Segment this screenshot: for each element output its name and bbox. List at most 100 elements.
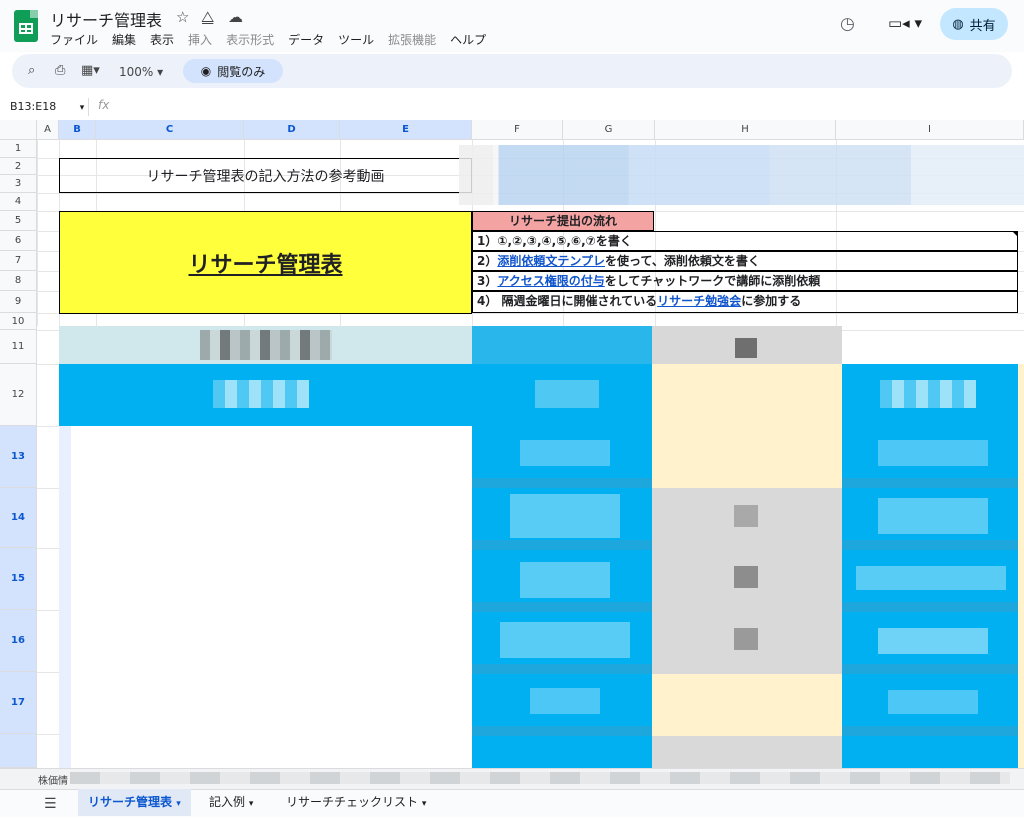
flow-header-cell[interactable]: リサーチ提出の流れ (472, 211, 654, 231)
step-2-prefix: 2） (477, 254, 498, 268)
chevron-down-icon: ▾ (176, 799, 181, 809)
row-header-4[interactable]: 4 (0, 193, 37, 211)
formula-divider (88, 98, 89, 116)
row-header-9[interactable]: 9 (0, 291, 37, 313)
col-header-d[interactable]: D (244, 120, 340, 140)
blurred-data-column-i (842, 426, 1018, 768)
col-header-a[interactable]: A (37, 120, 59, 140)
search-icon[interactable]: ⌕ (28, 63, 35, 78)
zoom-value: 100% (119, 65, 154, 79)
col-header-h[interactable]: H (655, 120, 836, 140)
format-paint-icon[interactable]: ▦▾ (81, 63, 100, 78)
tab-example[interactable]: 記入例 ▾ (199, 789, 263, 816)
blurred-data-column-j (1018, 364, 1024, 768)
chevron-down-icon: ▾ (421, 799, 427, 809)
template-link[interactable]: 添削依頼文テンプレ (497, 254, 605, 268)
eye-icon: ◉ (200, 64, 212, 78)
status-label: 株価情 (38, 776, 68, 787)
blurred-text (520, 440, 610, 466)
row-header-10[interactable]: 10 (0, 313, 37, 330)
row-header-5[interactable]: 5 (0, 211, 37, 231)
selected-range[interactable] (59, 426, 472, 768)
row-header-3[interactable]: 3 (0, 175, 37, 193)
step-4-suffix: に参加する (741, 294, 802, 308)
col-header-c[interactable]: C (96, 120, 244, 140)
tab-label: リサーチ管理表 (88, 795, 173, 809)
tab-label: 記入例 (209, 795, 246, 809)
step-4-prefix: 4） 隔週金曜日に開催されている (477, 294, 658, 308)
menu-help[interactable]: ヘルプ (450, 31, 486, 48)
blurred-text (734, 505, 758, 527)
menu-bar: ファイル 編集 表示 挿入 表示形式 データ ツール 拡張機能 ヘルプ (50, 31, 500, 48)
blurred-text (878, 628, 988, 654)
row-header-15[interactable]: 15 (0, 548, 37, 610)
blurred-text (213, 380, 309, 408)
flow-step-1[interactable]: 1）①,②,③,④,⑤,⑥,⑦を書く (472, 231, 1018, 251)
name-box[interactable]: B13:E18 ▾ (10, 100, 84, 113)
blurred-text (535, 380, 599, 408)
row-header-8[interactable]: 8 (0, 271, 37, 291)
grid-col-line (37, 140, 38, 326)
row-header-2[interactable]: 2 (0, 158, 37, 175)
row-header-14[interactable]: 14 (0, 488, 37, 548)
row-header-16[interactable]: 16 (0, 610, 37, 672)
row-header-13[interactable]: 13 (0, 426, 37, 488)
print-icon[interactable]: ⎙ (55, 63, 65, 78)
row-header-11[interactable]: 11 (0, 330, 37, 364)
document-title[interactable]: リサーチ管理表 (50, 7, 162, 31)
row-header-12[interactable]: 12 (0, 364, 37, 426)
flow-step-3[interactable]: 3）アクセス権限の付与をしてチャットワークで講師に添削依頼 (472, 271, 1018, 291)
flow-step-2[interactable]: 2）添削依頼文テンプレを使って、添削依頼文を書く (472, 251, 1018, 271)
row-header-1[interactable]: 1 (0, 140, 37, 158)
view-only-chip[interactable]: ◉ 閲覧のみ (183, 59, 283, 83)
blurred-text (735, 338, 757, 358)
zoom-select[interactable]: 100% ▾ (119, 65, 163, 79)
history-icon[interactable]: ◷ (840, 14, 855, 34)
flow-step-4[interactable]: 4） 隔週金曜日に開催されているリサーチ勉強会に参加する (472, 291, 1018, 313)
blurred-text (888, 690, 978, 714)
blurred-column-header (652, 364, 842, 426)
step-3-prefix: 3） (477, 274, 498, 288)
study-session-link[interactable]: リサーチ勉強会 (657, 294, 741, 308)
star-icon[interactable]: ☆ (176, 8, 189, 26)
col-header-f[interactable]: F (472, 120, 563, 140)
share-button[interactable]: ◍ 共有 (940, 8, 1008, 40)
blurred-text (200, 330, 332, 360)
cloud-saved-icon[interactable]: ☁ (228, 8, 243, 26)
blurred-text (856, 566, 1006, 590)
management-title-cell[interactable]: リサーチ管理表 (59, 211, 472, 314)
move-to-drive-icon[interactable]: ⧋ (201, 8, 214, 26)
blurred-text (734, 566, 758, 588)
menu-insert[interactable]: 挿入 (188, 31, 212, 48)
col-header-i[interactable]: I (836, 120, 1024, 140)
menu-format[interactable]: 表示形式 (226, 31, 274, 48)
menu-view[interactable]: 表示 (150, 31, 174, 48)
sheets-logo-icon[interactable] (14, 10, 38, 42)
menu-edit[interactable]: 編集 (112, 31, 136, 48)
blurred-text (734, 628, 758, 650)
all-sheets-menu-icon[interactable]: ☰ (44, 796, 57, 812)
comment-marker-icon[interactable] (1012, 231, 1018, 237)
menu-extensions[interactable]: 拡張機能 (388, 31, 436, 48)
row-header-7[interactable]: 7 (0, 251, 37, 271)
blurred-text (878, 440, 988, 466)
col-header-e[interactable]: E (340, 120, 472, 140)
col-header-b[interactable]: B (59, 120, 96, 140)
blurred-text (880, 380, 976, 408)
access-link[interactable]: アクセス権限の付与 (497, 274, 604, 288)
video-call-icon[interactable]: ▭◂ ▾ (888, 14, 922, 32)
corner-cell[interactable] (0, 120, 37, 140)
tab-research-management[interactable]: リサーチ管理表 ▾ (78, 789, 191, 816)
row-header-6[interactable]: 6 (0, 231, 37, 251)
blurred-header-cell (472, 326, 652, 364)
row-header-18-partial[interactable] (0, 734, 37, 768)
row-header-17[interactable]: 17 (0, 672, 37, 734)
menu-data[interactable]: データ (288, 31, 324, 48)
chevron-down-icon: ▾ (79, 103, 85, 113)
reference-video-cell[interactable]: リサーチ管理表の記入方法の参考動画 (59, 158, 472, 193)
menu-tools[interactable]: ツール (338, 31, 374, 48)
tab-checklist[interactable]: リサーチチェックリスト ▾ (276, 789, 436, 816)
col-header-g[interactable]: G (563, 120, 655, 140)
blurred-data-column-h (652, 426, 842, 768)
menu-file[interactable]: ファイル (50, 31, 98, 48)
